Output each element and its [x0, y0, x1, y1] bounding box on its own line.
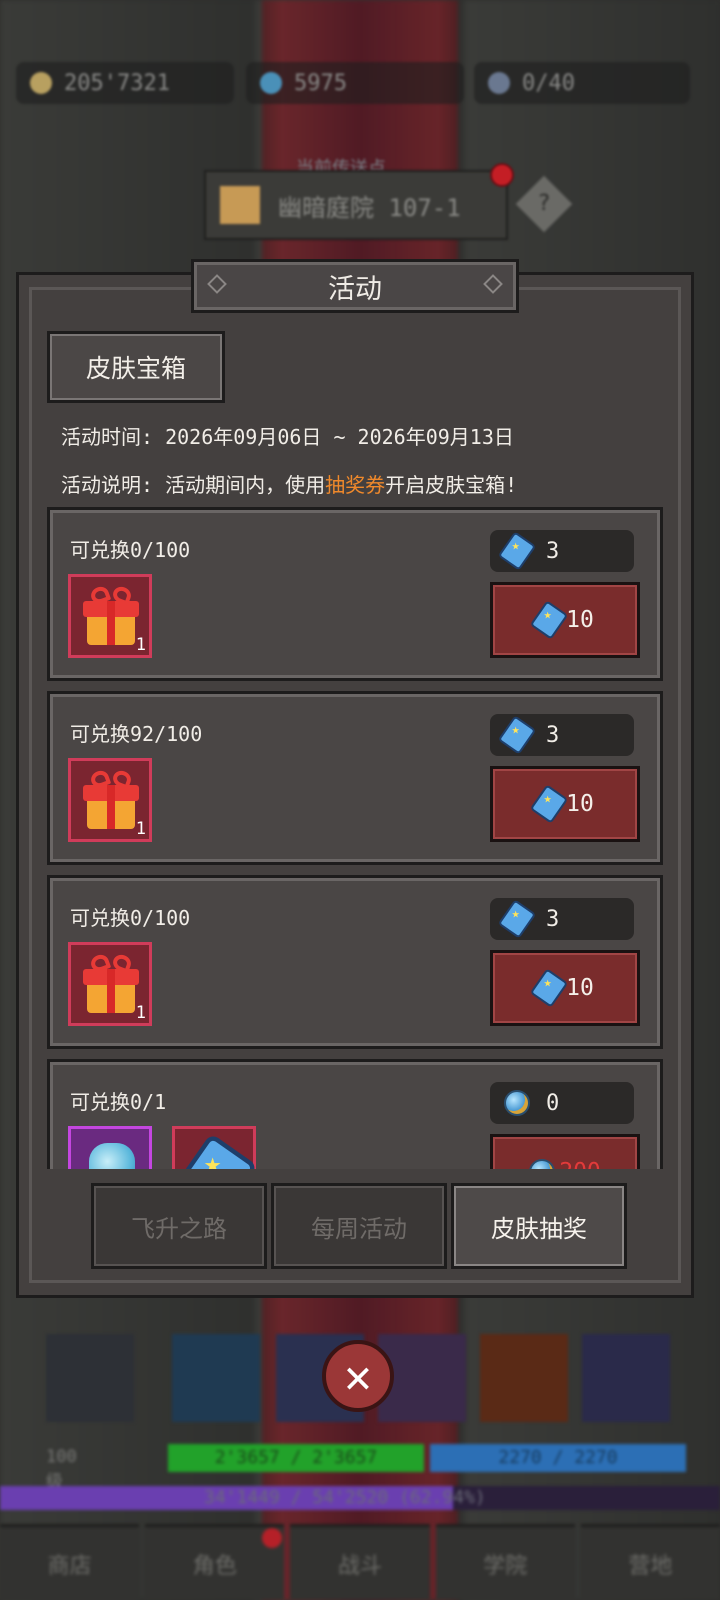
reward-quantity: 1 [135, 819, 146, 839]
feather-value: 0/40 [522, 70, 575, 96]
activity-time: 活动时间: 2026年09月06日 ~ 2026年09月13日 [61, 425, 514, 449]
reward-item[interactable]: 1 [68, 942, 152, 1026]
orb-coin-icon [529, 1159, 556, 1169]
exchange-card: 可兑换0/1 0 200 [47, 1059, 663, 1169]
description-suffix: 开启皮肤宝箱! [385, 473, 518, 497]
diamond-ornament-icon [207, 274, 227, 294]
owned-ticket-count: 3 [546, 538, 560, 564]
tab-weekly-activity[interactable]: 每周活动 [271, 1183, 447, 1269]
exchange-card: 可兑换0/100 3 10 1 [47, 507, 663, 681]
owned-currency-count: 0 [546, 1090, 560, 1116]
teleport-location: 幽暗庭院 107-1 [278, 193, 461, 222]
exchange-list[interactable]: 可兑换0/100 3 10 1 可兑换92/100 3 10 [47, 507, 665, 1169]
activity-tabs: 飞升之路 每周活动 皮肤抽奖 [91, 1183, 627, 1269]
bottom-nav: 商店 角色 战斗 学院 营地 [0, 1524, 720, 1600]
blue-gem-icon [260, 72, 282, 94]
lottery-ticket-icon [497, 899, 537, 939]
exchange-price: 10 [566, 607, 594, 633]
nav-camp[interactable]: 营地 [580, 1524, 720, 1600]
tab-skin-lottery[interactable]: 皮肤抽奖 [451, 1183, 627, 1269]
mp-bar: 2270 / 2270 [430, 1444, 686, 1472]
exchange-count: 可兑换92/100 [70, 722, 203, 746]
owned-tickets: 3 [490, 714, 634, 756]
owned-tickets: 3 [490, 898, 634, 940]
help-button[interactable]: ? [515, 175, 573, 233]
reward-item[interactable] [172, 1126, 258, 1169]
exchange-count: 可兑换0/1 [70, 1090, 167, 1114]
reward-quantity: 1 [135, 635, 146, 655]
diamond-ornament-icon [483, 274, 503, 294]
dialog-title-plate: 活动 [191, 259, 519, 313]
lottery-ticket-icon [529, 968, 569, 1008]
exchange-count: 可兑换0/100 [70, 906, 191, 930]
exchange-button[interactable]: 10 [490, 766, 640, 842]
lottery-ticket-icon [173, 1133, 258, 1169]
skill-slot-1 [172, 1334, 260, 1422]
exchange-price: 200 [559, 1159, 601, 1169]
hero-portrait [46, 1334, 134, 1422]
nav-shop[interactable]: 商店 [0, 1524, 140, 1600]
nav-notification-dot [262, 1528, 282, 1548]
exchange-button[interactable]: 10 [490, 582, 640, 658]
owned-tickets: 3 [490, 530, 634, 572]
gift-box-icon [83, 584, 139, 647]
lottery-ticket-icon [529, 600, 569, 640]
crystal-icon [89, 1143, 135, 1169]
teleport-location-button[interactable]: 幽暗庭院 107-1 [204, 170, 508, 240]
exchange-button[interactable]: 10 [490, 950, 640, 1026]
nav-academy[interactable]: 学院 [435, 1524, 575, 1600]
orb-coin-icon [504, 1090, 530, 1116]
notification-dot [490, 163, 514, 187]
reward-item[interactable]: 1 [68, 758, 152, 842]
owned-currency: 0 [490, 1082, 634, 1124]
close-icon: ✕ [344, 1349, 372, 1403]
exchange-price: 10 [566, 791, 594, 817]
gift-box-icon [83, 952, 139, 1015]
activity-description: 活动说明: 活动期间内，使用抽奖券开启皮肤宝箱! [61, 469, 517, 498]
description-prefix: 活动说明: 活动期间内，使用 [61, 473, 326, 497]
lottery-ticket-icon [497, 531, 537, 571]
owned-ticket-count: 3 [546, 906, 560, 932]
lottery-ticket-icon [529, 784, 569, 824]
gold-currency: 205'7321 [16, 62, 234, 104]
gold-value: 205'7321 [64, 70, 170, 96]
exchange-price: 10 [566, 975, 594, 1001]
exchange-button[interactable]: 200 [490, 1134, 640, 1169]
map-icon [220, 186, 260, 224]
skill-slot-4 [480, 1334, 568, 1422]
reward-item[interactable] [68, 1126, 152, 1169]
nav-battle[interactable]: 战斗 [290, 1524, 430, 1600]
exchange-card: 可兑换92/100 3 10 1 [47, 691, 663, 865]
exchange-count: 可兑换0/100 [70, 538, 191, 562]
xp-text: 34'1449 / 54'2520 (62.94%) [204, 1487, 486, 1508]
lottery-ticket-icon [497, 715, 537, 755]
gem-currency: 5975 [246, 62, 464, 104]
gift-box-icon [83, 768, 139, 831]
gold-coin-icon [30, 72, 52, 94]
reward-quantity: 1 [135, 1003, 146, 1023]
feather-currency: 0/40 [474, 62, 690, 104]
reward-item[interactable]: 1 [68, 574, 152, 658]
feather-icon [488, 72, 510, 94]
lottery-ticket-highlight: 抽奖券 [325, 473, 386, 497]
skin-chest-button[interactable]: 皮肤宝箱 [47, 331, 225, 403]
hp-bar: 2'3657 / 2'3657 [168, 1444, 424, 1472]
activity-dialog: 活动 皮肤宝箱 活动时间: 2026年09月06日 ~ 2026年09月13日 … [16, 259, 694, 1298]
gem-value: 5975 [294, 70, 347, 96]
dialog-title: 活动 [328, 273, 382, 305]
tab-ascension-road[interactable]: 飞升之路 [91, 1183, 267, 1269]
close-button[interactable]: ✕ [322, 1340, 394, 1412]
owned-ticket-count: 3 [546, 722, 560, 748]
exchange-card: 可兑换0/100 3 10 1 [47, 875, 663, 1049]
xp-bar: 34'1449 / 54'2520 (62.94%) [0, 1486, 720, 1510]
skill-slot-5 [582, 1334, 670, 1422]
help-icon: ? [537, 191, 551, 216]
